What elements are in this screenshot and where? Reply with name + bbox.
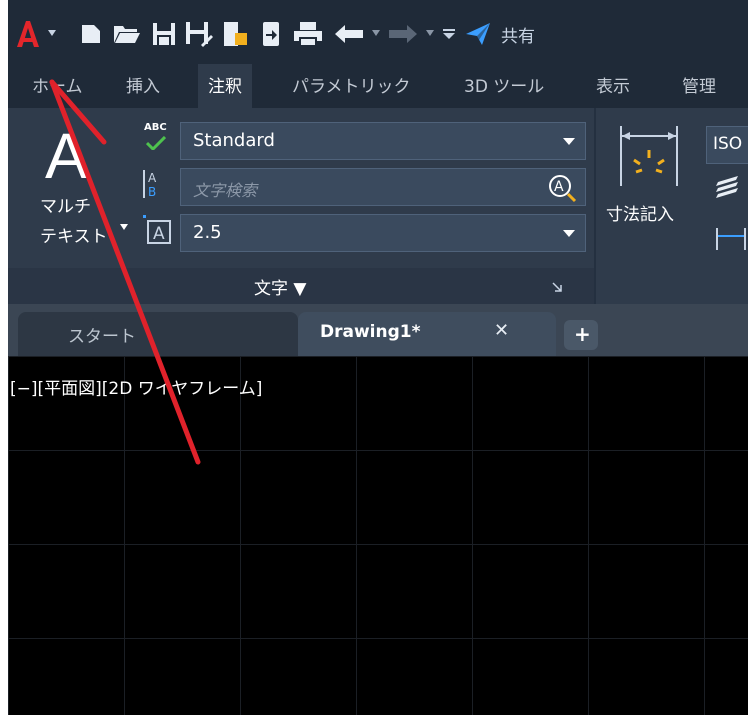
save-as-icon[interactable] — [184, 18, 214, 50]
ribbon-tab-bar: ホーム 挿入 注釈 パラメトリック 3D ツール 表示 管理 — [8, 64, 748, 108]
text-height-value: 2.5 — [193, 222, 222, 243]
text-panel-title: 文字 ▼ — [254, 279, 307, 299]
new-file-icon[interactable] — [78, 18, 104, 50]
tab-parametric[interactable]: パラメトリック — [292, 64, 411, 108]
open-folder-icon[interactable] — [112, 18, 142, 50]
share-label: 共有 — [501, 26, 535, 47]
export-icon[interactable] — [258, 18, 284, 50]
tab-label: 管理 — [682, 77, 716, 97]
undo-icon[interactable] — [332, 18, 366, 50]
text-panel-footer[interactable]: 文字 ▼ — [8, 268, 594, 304]
close-icon[interactable]: ✕ — [494, 320, 509, 341]
dimension-style-value: ISO — [713, 134, 743, 154]
save-icon[interactable] — [150, 18, 178, 50]
tab-label: パラメトリック — [292, 77, 411, 97]
file-tab-start[interactable]: スタート — [18, 312, 298, 356]
file-tab-drawing-label: Drawing1* — [320, 322, 421, 342]
viewport-controls-label[interactable]: [−][平面図][2D ワイヤフレーム] — [10, 374, 262, 399]
text-style-icon: ABC — [140, 122, 176, 158]
share-button[interactable]: 共有 — [496, 18, 540, 50]
customize-icon[interactable] — [442, 18, 456, 50]
linear-dimension-icon[interactable] — [714, 226, 748, 252]
file-tab-bar: スタート Drawing1* ✕ + — [8, 304, 748, 356]
find-search-icon[interactable]: A — [547, 173, 577, 203]
new-tab-button[interactable]: + — [564, 320, 598, 350]
tab-3d-tools[interactable]: 3D ツール — [464, 64, 544, 108]
tab-label: 3D ツール — [464, 77, 545, 97]
dimension-icon — [620, 126, 678, 186]
print-icon[interactable] — [292, 18, 324, 50]
svg-text:B: B — [148, 185, 156, 199]
abc-badge: ABC — [144, 122, 167, 133]
tab-insert[interactable]: 挿入 — [126, 64, 160, 108]
svg-text:A: A — [148, 171, 157, 185]
dialog-launcher-icon[interactable] — [552, 282, 562, 292]
chevron-down-icon — [563, 230, 575, 237]
file-tab-start-label: スタート — [68, 327, 136, 347]
redo-dropdown-icon[interactable] — [426, 30, 434, 38]
redo-icon[interactable] — [386, 18, 420, 50]
ribbon-panel-annotate: A マルチ テキスト ABC Standard AB 文字検索 A A 2.5 … — [8, 108, 748, 304]
text-style-dropdown[interactable]: Standard — [180, 122, 586, 160]
tab-view[interactable]: 表示 — [596, 64, 630, 108]
tab-label: 注釈 — [208, 77, 242, 97]
drawing-viewport[interactable]: [−][平面図][2D ワイヤフレーム] — [8, 356, 748, 715]
autocad-window: 共有 ホーム 挿入 注釈 パラメトリック 3D ツール 表示 管理 A マルチ … — [8, 0, 748, 715]
share-icon[interactable] — [464, 18, 492, 50]
multiline-text-icon: A — [45, 120, 88, 192]
find-text-input[interactable]: 文字検索 A — [180, 168, 586, 206]
dimension-label: 寸法記入 — [606, 205, 674, 225]
chevron-down-icon[interactable] — [120, 224, 128, 230]
text-height-dropdown[interactable]: 2.5 — [180, 214, 586, 252]
text-height-icon: A — [142, 214, 174, 248]
file-tab-drawing1[interactable]: Drawing1* ✕ — [298, 312, 556, 356]
tab-annotate[interactable]: 注釈 — [198, 64, 252, 108]
multitext-label-line2: テキスト — [40, 227, 108, 247]
publish-icon[interactable] — [220, 18, 250, 50]
undo-dropdown-icon[interactable] — [372, 30, 380, 38]
svg-text:A: A — [554, 179, 564, 195]
find-text-icon: AB — [142, 168, 166, 202]
tab-home[interactable]: ホーム — [32, 64, 83, 108]
dimension-button[interactable]: 寸法記入 — [604, 114, 696, 234]
app-logo-icon[interactable] — [14, 18, 42, 50]
text-style-value: Standard — [193, 130, 275, 151]
svg-text:A: A — [153, 224, 165, 244]
dimension-style-dropdown[interactable]: ISO — [706, 126, 748, 164]
quick-access-toolbar: 共有 — [8, 0, 748, 64]
tab-label: 挿入 — [126, 77, 160, 97]
plus-icon: + — [574, 322, 591, 346]
chevron-down-icon — [563, 138, 575, 145]
tab-label: 表示 — [596, 77, 630, 97]
layer-icon[interactable] — [714, 174, 742, 200]
multiline-text-button[interactable]: A マルチ テキスト — [22, 108, 128, 268]
tab-manage[interactable]: 管理 — [682, 64, 716, 108]
chevron-down-icon[interactable] — [48, 30, 56, 38]
multitext-label-line1: マルチ — [40, 197, 91, 217]
panel-separator — [594, 108, 596, 304]
find-text-placeholder: 文字検索 — [193, 181, 258, 200]
tab-label: ホーム — [32, 77, 83, 97]
